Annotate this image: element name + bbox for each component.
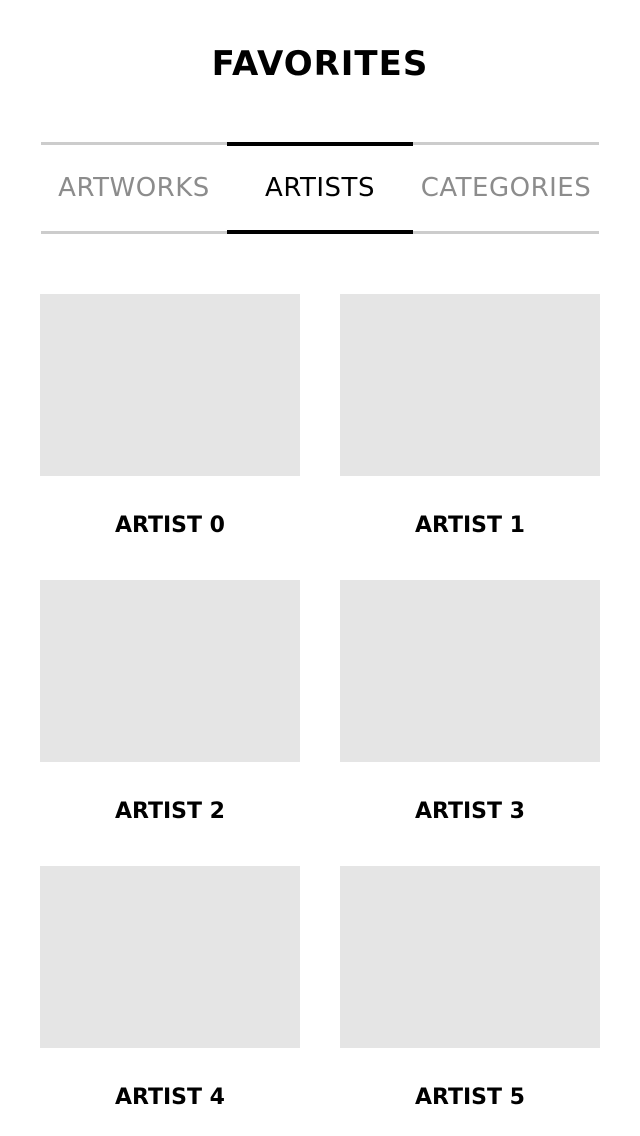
tab-label: ARTWORKS [58,173,210,203]
artist-name: ARTIST 2 [115,799,225,824]
tab-categories[interactable]: CATEGORIES [413,142,599,234]
tab-label: CATEGORIES [420,173,592,203]
tab-artists[interactable]: ARTISTS [227,142,413,234]
artist-thumbnail [340,580,600,762]
artist-card[interactable]: ARTIST 1 [340,294,600,542]
artist-name: ARTIST 4 [115,1085,225,1110]
artist-card[interactable]: ARTIST 4 [40,866,300,1114]
tab-bar: ARTWORKS ARTISTS CATEGORIES [41,142,599,234]
artist-name: ARTIST 3 [415,799,525,824]
artist-thumbnail [40,294,300,476]
artist-card[interactable]: ARTIST 0 [40,294,300,542]
artist-thumbnail [40,580,300,762]
artist-card[interactable]: ARTIST 5 [340,866,600,1114]
favorites-screen: FAVORITES ARTWORKS ARTISTS CATEGORIES AR… [0,0,640,1136]
artist-name: ARTIST 0 [115,513,225,538]
artist-card[interactable]: ARTIST 3 [340,580,600,828]
tab-artworks[interactable]: ARTWORKS [41,142,227,234]
artist-name: ARTIST 5 [415,1085,525,1110]
artist-thumbnail [340,866,600,1048]
artist-name: ARTIST 1 [415,513,525,538]
page-title: FAVORITES [211,44,429,84]
artist-thumbnail [340,294,600,476]
tab-label: ARTISTS [265,173,375,203]
artist-thumbnail [40,866,300,1048]
artist-card[interactable]: ARTIST 2 [40,580,300,828]
